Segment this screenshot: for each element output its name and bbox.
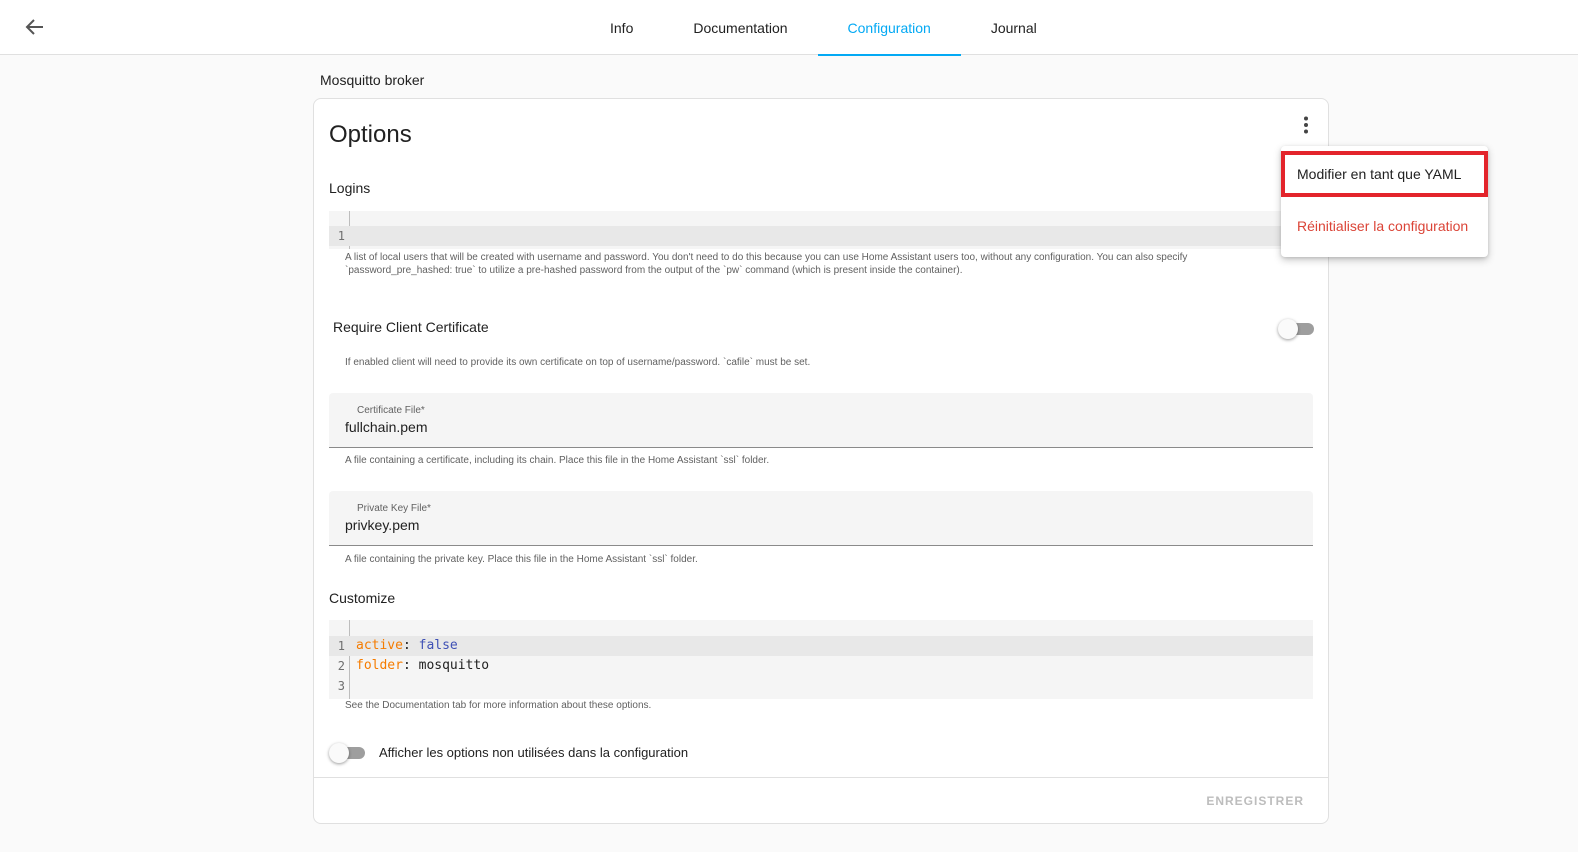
line-number: 2 — [337, 659, 345, 673]
top-app-bar: Info Documentation Configuration Journal — [0, 0, 1578, 56]
logins-helper-line-1: A list of local users that will be creat… — [345, 252, 1188, 263]
tab-journal[interactable]: Journal — [961, 0, 1067, 55]
card-actions: ENREGISTRER — [314, 777, 1328, 823]
private-key-file-value: privkey.pem — [345, 517, 420, 533]
certificate-file-helper: A file containing a certificate, includi… — [345, 455, 770, 466]
require-cert-helper: If enabled client will need to provide i… — [345, 357, 811, 368]
toggle-thumb — [1278, 319, 1298, 339]
code-line: 2 folder: mosquitto — [329, 656, 1313, 676]
private-key-file-label: Private Key File* — [357, 503, 431, 514]
yaml-key: active — [356, 638, 403, 653]
customize-label: Customize — [329, 590, 396, 606]
yaml-value: false — [418, 638, 458, 653]
dots-vertical-icon — [1304, 116, 1308, 134]
yaml-separator: : — [402, 658, 419, 673]
save-button[interactable]: ENREGISTRER — [1206, 794, 1304, 808]
code-line: 1 — [329, 226, 1313, 246]
yaml-key: folder — [356, 658, 403, 673]
line-number: 1 — [337, 229, 345, 243]
overflow-menu-button[interactable] — [1292, 111, 1320, 139]
logins-label: Logins — [329, 180, 371, 196]
show-unused-label: Afficher les options non utilisées dans … — [379, 745, 689, 760]
line-number: 3 — [337, 679, 345, 693]
tab-documentation[interactable]: Documentation — [663, 0, 817, 55]
arrow-left-icon — [25, 19, 43, 35]
certificate-file-label: Certificate File* — [357, 405, 425, 416]
private-key-file-field[interactable]: Private Key File* privkey.pem — [329, 491, 1313, 546]
code-line: 1 active: false — [329, 636, 1313, 656]
menu-item-edit-yaml[interactable]: Modifier en tant que YAML — [1281, 151, 1488, 197]
logins-helper: A list of local users that will be creat… — [345, 251, 1245, 277]
tab-configuration[interactable]: Configuration — [817, 0, 962, 56]
overflow-menu: Modifier en tant que YAML Réinitialiser … — [1281, 146, 1488, 257]
line-number: 1 — [337, 639, 345, 653]
menu-item-reset-configuration[interactable]: Réinitialiser la configuration — [1281, 203, 1488, 249]
code-line: 3 — [329, 676, 1313, 696]
customize-code-editor[interactable]: 1 active: false 2 folder: mosquitto 3 — [329, 620, 1313, 699]
toggle-thumb — [329, 743, 349, 763]
customize-helper: See the Documentation tab for more infor… — [345, 700, 652, 711]
yaml-separator: : — [402, 638, 419, 653]
card-title: Options — [329, 121, 412, 148]
options-card: Options Logins 1 A list of local users t… — [313, 98, 1329, 824]
show-unused-toggle[interactable] — [329, 743, 365, 763]
logins-helper-line-2: `password_pre_hashed: true` to utilize a… — [345, 265, 963, 276]
back-button[interactable] — [22, 14, 48, 40]
tab-info[interactable]: Info — [580, 0, 663, 55]
tab-bar: Info Documentation Configuration Journal — [580, 0, 1067, 56]
yaml-value: mosquitto — [418, 658, 490, 673]
certificate-file-field[interactable]: Certificate File* fullchain.pem — [329, 393, 1313, 448]
addon-name: Mosquitto broker — [320, 72, 425, 88]
logins-code-editor[interactable]: 1 — [329, 211, 1313, 249]
require-cert-label: Require Client Certificate — [333, 319, 489, 335]
require-cert-toggle[interactable] — [1278, 319, 1314, 339]
certificate-file-value: fullchain.pem — [345, 419, 428, 435]
private-key-file-helper: A file containing the private key. Place… — [345, 554, 698, 565]
